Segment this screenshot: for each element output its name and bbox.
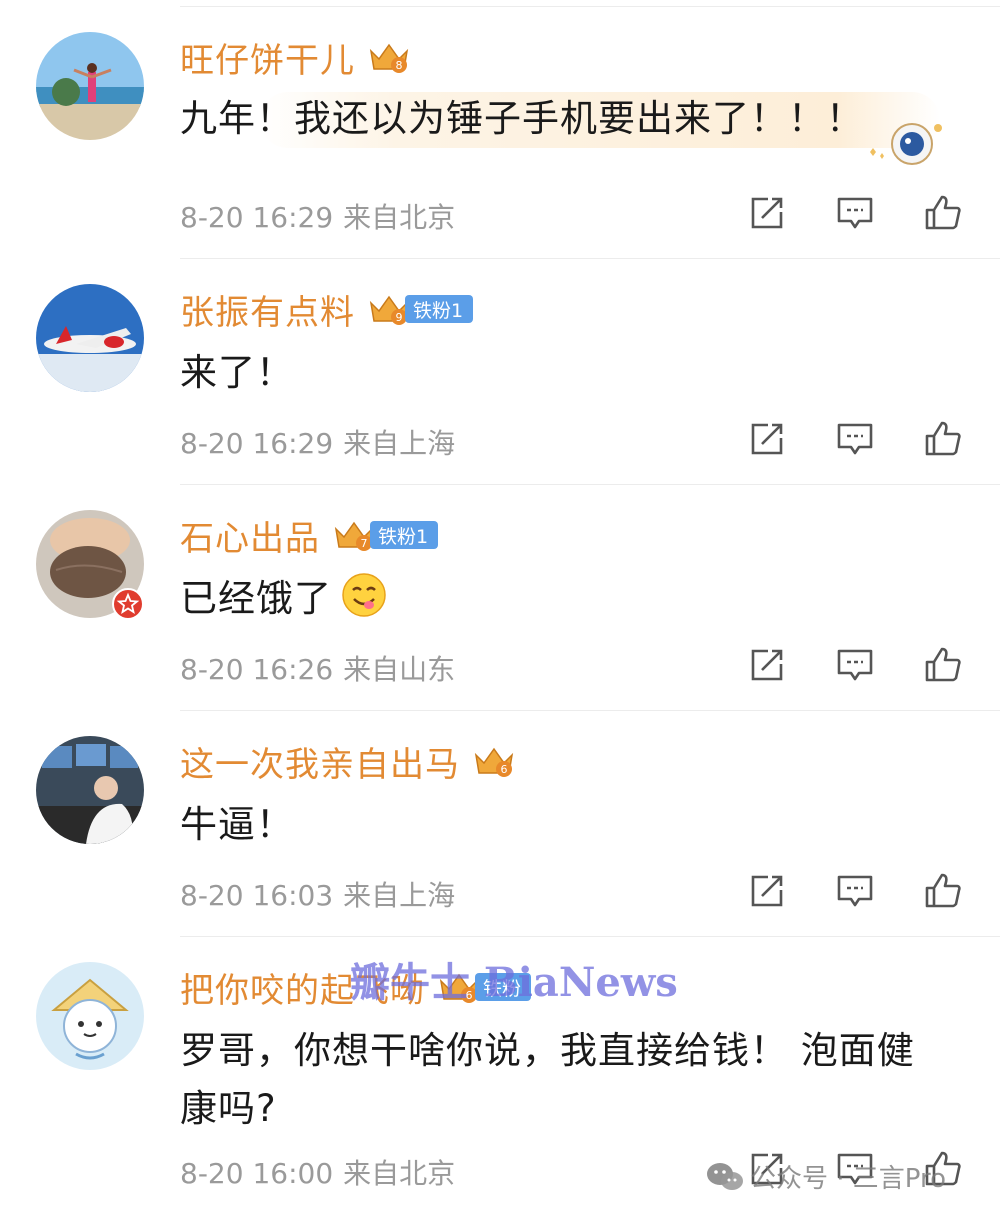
comment-time: 8-20 16:26 <box>180 653 334 686</box>
comment-location: 来自上海 <box>343 879 456 912</box>
avatar[interactable] <box>36 736 144 844</box>
comment-text: 罗哥，你想干啥你说，我直接给钱！ 泡面健康吗? <box>180 1029 915 1130</box>
wechat-watermark-text: 公众号 · 三言Pro <box>750 1164 947 1194</box>
share-icon[interactable] <box>748 194 786 232</box>
comment-meta: 8-20 16:03 来自上海 <box>180 874 455 914</box>
comment-text-content: 已经饿了 <box>180 577 332 620</box>
fan-badge: 铁粉1 <box>405 295 474 323</box>
divider <box>180 936 1000 937</box>
comment-location: 来自北京 <box>343 201 456 234</box>
comment-icon[interactable] <box>836 420 874 458</box>
avatar[interactable] <box>36 32 144 140</box>
fan-badge: 铁粉1 <box>370 521 439 549</box>
top-divider <box>180 6 1000 7</box>
username[interactable]: 这一次我亲自出马 <box>180 737 460 786</box>
like-icon[interactable] <box>924 646 962 684</box>
username[interactable]: 旺仔饼干儿 <box>180 33 355 82</box>
comment-meta: 8-20 16:00 来自北京 <box>180 1152 455 1192</box>
comment-location: 来自山东 <box>343 653 456 686</box>
comment-time: 8-20 16:29 <box>180 201 334 234</box>
comment-icon[interactable] <box>836 646 874 684</box>
comment-icon[interactable] <box>836 194 874 232</box>
comment-meta: 8-20 16:29 来自上海 <box>180 422 455 462</box>
crown-level-icon: 8 <box>369 43 409 73</box>
wechat-icon <box>707 1162 743 1190</box>
comment-meta: 8-20 16:26 来自山东 <box>180 648 455 688</box>
comment-location: 来自北京 <box>343 1157 456 1190</box>
divider <box>180 258 1000 259</box>
like-icon[interactable] <box>924 872 962 910</box>
comment-text: 已经饿了 <box>180 570 940 628</box>
comment-text: 来了！ <box>180 351 294 394</box>
divider <box>180 484 1000 485</box>
comment-meta: 8-20 16:29 来自北京 <box>180 196 455 236</box>
svg-text:9: 9 <box>396 311 403 324</box>
yummy-emoji-icon <box>342 573 386 617</box>
astronaut-sticker-icon <box>870 123 942 165</box>
like-icon[interactable] <box>924 420 962 458</box>
share-icon[interactable] <box>748 646 786 684</box>
svg-text:8: 8 <box>396 59 403 72</box>
share-icon[interactable] <box>748 420 786 458</box>
svg-text:7: 7 <box>361 537 368 550</box>
crown-level-icon: 6 <box>474 747 514 777</box>
like-icon[interactable] <box>924 194 962 232</box>
comment-time: 8-20 16:00 <box>180 1157 334 1190</box>
avatar[interactable] <box>36 962 144 1070</box>
watermark: 瓣牛士 BiaNews <box>350 959 678 1006</box>
comment-location: 来自上海 <box>343 427 456 460</box>
username[interactable]: 张振有点料 <box>180 285 355 334</box>
verified-badge-icon <box>112 588 144 620</box>
divider <box>180 710 1000 711</box>
comment-time: 8-20 16:29 <box>180 427 334 460</box>
comment-icon[interactable] <box>836 872 874 910</box>
wechat-watermark: 公众号 · 三言Pro <box>706 1158 946 1195</box>
comment-time: 8-20 16:03 <box>180 879 334 912</box>
comment-text: 牛逼！ <box>180 803 294 846</box>
share-icon[interactable] <box>748 872 786 910</box>
comment-text: 九年！我还以为锤子手机要出来了！！！ <box>180 97 864 140</box>
svg-text:6: 6 <box>501 763 508 776</box>
username[interactable]: 石心出品 <box>180 511 320 560</box>
avatar[interactable] <box>36 284 144 392</box>
